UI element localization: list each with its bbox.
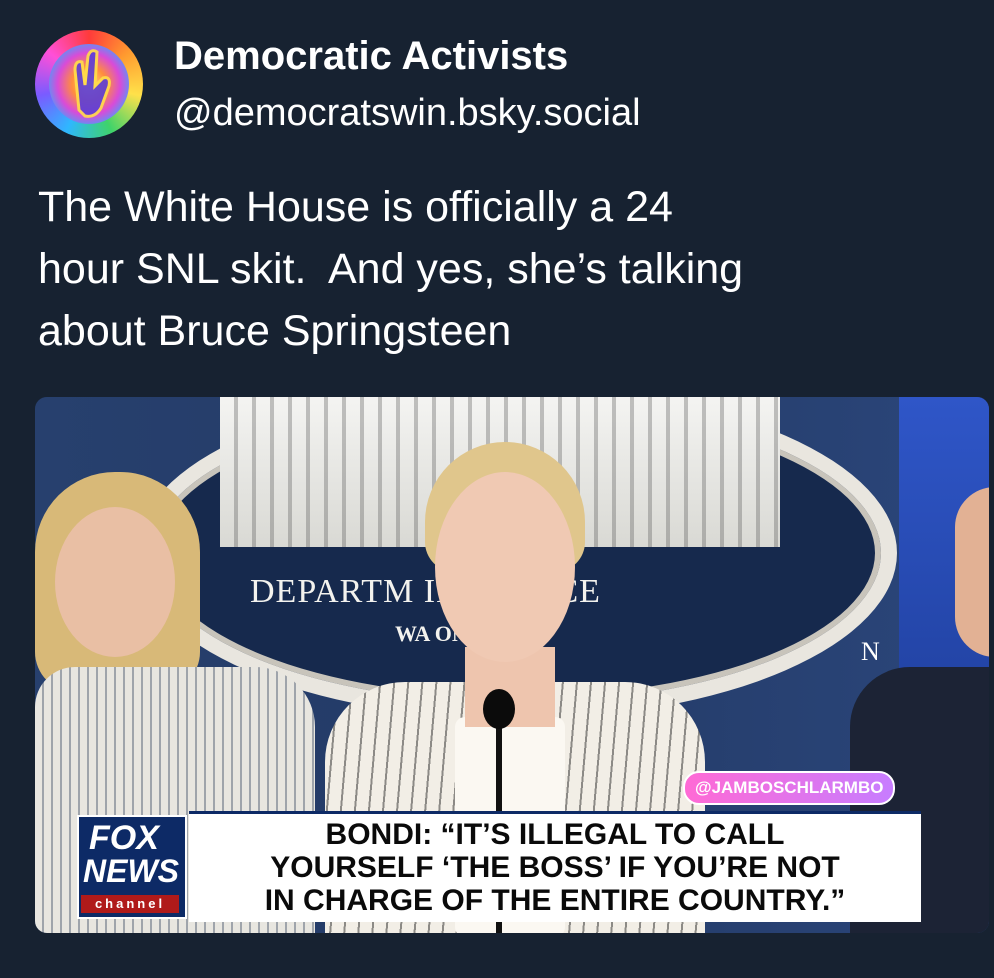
speaker-face bbox=[435, 472, 575, 662]
side-letter: N bbox=[861, 637, 880, 666]
watermark-badge: @JAMBOSCHLARMBO bbox=[683, 771, 896, 805]
person-left-face bbox=[55, 507, 175, 657]
post-body-text: The White House is officially a 24 hour … bbox=[38, 183, 744, 355]
news-chyron: BONDI: “IT’S ILLEGAL TO CALL YOURSELF ‘T… bbox=[189, 811, 921, 922]
post-header: Democratic Activists @democratswin.bsky.… bbox=[35, 28, 955, 138]
logo-line3: channel bbox=[81, 895, 179, 913]
microphone-icon bbox=[483, 689, 515, 729]
author-name[interactable]: Democratic Activists bbox=[174, 34, 568, 79]
author-avatar[interactable] bbox=[35, 30, 143, 138]
post-image[interactable]: DEPARTM INJUSTICE WA ON N @JAMBOSCHLARMB… bbox=[35, 397, 989, 933]
author-handle[interactable]: @democratswin.bsky.social bbox=[174, 92, 641, 135]
peace-hand-icon bbox=[73, 49, 111, 118]
fox-news-logo: FOX NEWS channel bbox=[77, 815, 187, 919]
chyron-text: BONDI: “IT’S ILLEGAL TO CALL YOURSELF ‘T… bbox=[264, 818, 846, 917]
person-right-face bbox=[955, 487, 989, 657]
logo-line2: NEWS bbox=[83, 853, 179, 889]
